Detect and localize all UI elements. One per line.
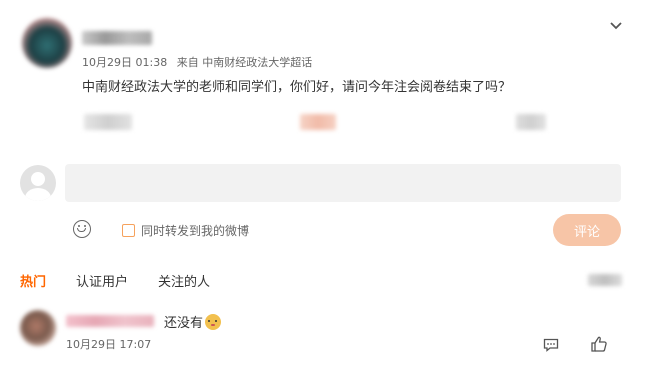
comment-body: 还没有	[164, 316, 204, 331]
post-username-pixelated[interactable]	[82, 31, 152, 45]
forward-checkbox[interactable]	[122, 224, 135, 237]
thumbs-up-icon[interactable]	[590, 335, 608, 353]
commenter-avatar[interactable]	[20, 310, 56, 346]
comment-input[interactable]	[65, 164, 621, 202]
comment-tabs: 热门 认证用户 关注的人	[20, 271, 240, 290]
chevron-down-icon[interactable]	[609, 18, 623, 32]
comment-time: 10月29日 17:07	[66, 338, 152, 351]
comment-action-pixelated[interactable]	[300, 114, 336, 130]
cat-emoji-icon	[205, 313, 222, 330]
sort-option-pixelated[interactable]	[588, 274, 622, 286]
reply-icon[interactable]	[543, 338, 559, 352]
forward-action-pixelated[interactable]	[84, 114, 132, 130]
commenter-name-pixelated[interactable]	[66, 315, 154, 327]
forward-label: 同时转发到我的微博	[141, 224, 250, 238]
post-time[interactable]: 10月29日 01:38	[82, 56, 167, 69]
tab-verified-users[interactable]: 认证用户	[76, 271, 128, 290]
tab-hot[interactable]: 热门	[20, 271, 46, 290]
like-action-pixelated[interactable]	[516, 114, 546, 130]
submit-comment-button[interactable]: 评论	[553, 214, 621, 246]
current-user-avatar	[20, 165, 56, 201]
comment-text: 还没有	[164, 312, 222, 331]
weibo-post-card: 10月29日 01:38 来自 中南财经政法大学超话 中南财经政法大学的老师和同…	[0, 0, 645, 371]
chevron-down-icon-svg	[610, 22, 622, 30]
tab-following[interactable]: 关注的人	[158, 271, 210, 290]
forward-to-weibo-option[interactable]: 同时转发到我的微博	[122, 222, 249, 239]
post-meta: 10月29日 01:38 来自 中南财经政法大学超话	[82, 54, 318, 70]
post-avatar[interactable]	[22, 18, 72, 68]
post-source[interactable]: 来自 中南财经政法大学超话	[177, 56, 313, 69]
smiley-icon[interactable]	[73, 220, 91, 238]
post-text: 中南财经政法大学的老师和同学们，你们好，请问今年注会阅卷结束了吗？	[82, 80, 512, 95]
